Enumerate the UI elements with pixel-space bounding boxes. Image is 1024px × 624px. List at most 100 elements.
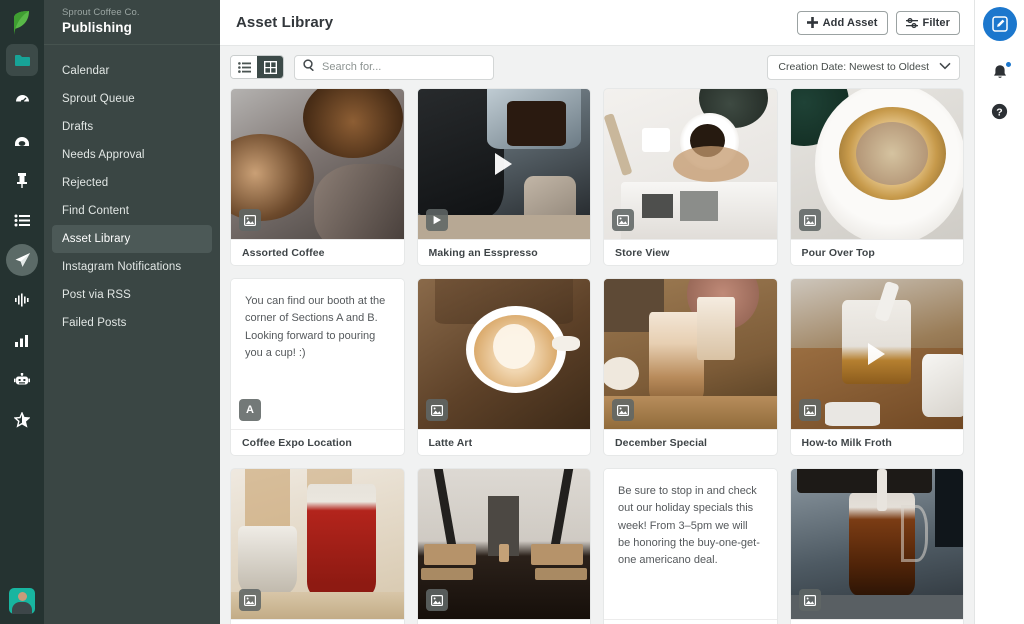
asset-card[interactable]: Assorted Coffee	[230, 88, 405, 266]
asset-card[interactable]	[416, 468, 591, 624]
asset-title: Coffee Expo Location	[231, 429, 404, 455]
asset-text-thumbnail[interactable]: You can find our booth at the corner of …	[231, 279, 404, 429]
asset-type-badge-image	[798, 399, 821, 421]
asset-card[interactable]: Latte Art	[416, 278, 591, 456]
asset-title	[417, 619, 590, 624]
play-triangle	[868, 343, 886, 365]
sprout-leaf-logo[interactable]	[10, 10, 34, 36]
sidebar-item-label: Sprout Queue	[62, 93, 135, 105]
nav-item-list: Calendar Sprout Queue Drafts Needs Appro…	[44, 45, 220, 337]
asset-card[interactable]: How-to Milk Froth	[789, 278, 964, 456]
asset-title	[231, 619, 404, 624]
library-toolbar: Creation Date: Newest to Oldest	[220, 46, 974, 88]
rail-icon-bot[interactable]	[6, 364, 38, 396]
asset-thumbnail[interactable]	[604, 279, 777, 429]
asset-text-thumbnail[interactable]: Be sure to stop in and check out our hol…	[604, 469, 777, 619]
asset-card[interactable]: December Special	[603, 278, 778, 456]
compose-button[interactable]	[982, 7, 1017, 41]
asset-thumbnail[interactable]	[417, 279, 590, 429]
list-view-button[interactable]	[231, 56, 257, 78]
asset-type-badge-image	[425, 399, 448, 421]
grid-view-button[interactable]	[257, 56, 283, 78]
play-overlay-icon[interactable]	[860, 337, 894, 371]
asset-type-badge-text: A	[239, 399, 261, 421]
asset-type-badge-image	[798, 209, 821, 231]
sidebar-item-post-via-rss[interactable]: Post via RSS	[52, 281, 212, 309]
sidebar-item-label: Failed Posts	[62, 317, 127, 329]
asset-thumbnail[interactable]	[231, 469, 404, 619]
view-toggle-group	[230, 55, 284, 79]
asset-type-badge-video	[425, 209, 448, 231]
asset-thumbnail[interactable]	[417, 89, 590, 239]
asset-title: Store View	[604, 239, 777, 265]
nav-header: Sprout Coffee Co. Publishing	[44, 0, 220, 45]
sidebar-item-drafts[interactable]: Drafts	[52, 113, 212, 141]
rail-icon-star[interactable]	[6, 404, 38, 436]
page-header: Asset Library Add Asset Filter	[220, 0, 974, 46]
asset-thumbnail[interactable]	[604, 89, 777, 239]
asset-thumbnail[interactable]	[231, 89, 404, 239]
asset-card[interactable]: Be sure to stop in and check out our hol…	[603, 468, 778, 624]
asset-card[interactable]: Store View	[603, 88, 778, 266]
chevron-down-icon	[939, 61, 951, 73]
global-icon-rail	[0, 0, 44, 624]
asset-card[interactable]: Making an Esspresso	[416, 88, 591, 266]
user-avatar[interactable]	[9, 588, 35, 614]
sidebar-item-failed-posts[interactable]: Failed Posts	[52, 309, 212, 337]
asset-card[interactable]: Pour Over Top	[789, 88, 964, 266]
asset-thumbnail[interactable]	[790, 89, 963, 239]
sidebar-item-find-content[interactable]: Find Content	[52, 197, 212, 225]
asset-text-body: Be sure to stop in and check out our hol…	[618, 485, 760, 567]
asset-grid: Assorted Coffee Making an Esspresso Stor…	[230, 88, 964, 624]
nav-section-title: Publishing	[62, 20, 132, 35]
help-button[interactable]: ?	[990, 101, 1010, 121]
rail-icon-dashboard-gauge[interactable]	[6, 84, 38, 116]
publishing-nav-panel: Sprout Coffee Co. Publishing Calendar Sp…	[44, 0, 220, 624]
asset-card[interactable]: You can find our booth at the corner of …	[230, 278, 405, 456]
rail-icon-publishing-paperplane[interactable]	[6, 244, 38, 276]
sidebar-item-sprout-queue[interactable]: Sprout Queue	[52, 85, 212, 113]
rail-icon-reports-bar-chart[interactable]	[6, 324, 38, 356]
filter-label: Filter	[922, 16, 950, 29]
sort-dropdown[interactable]: Creation Date: Newest to Oldest	[767, 54, 960, 80]
search-input[interactable]	[322, 61, 485, 73]
asset-title: How-to Milk Froth	[790, 429, 963, 455]
sort-dropdown-label: Creation Date: Newest to Oldest	[778, 61, 929, 73]
asset-card[interactable]	[230, 468, 405, 624]
filter-button[interactable]: Filter	[895, 10, 960, 35]
asset-type-badge-image	[612, 399, 634, 421]
asset-card[interactable]	[789, 468, 964, 624]
search-box[interactable]	[294, 54, 494, 80]
asset-thumbnail[interactable]	[417, 469, 590, 619]
asset-title: Latte Art	[417, 429, 590, 455]
asset-grid-scroll[interactable]: Assorted Coffee Making an Esspresso Stor…	[220, 88, 974, 624]
sidebar-item-rejected[interactable]: Rejected	[52, 169, 212, 197]
asset-type-badge-image	[612, 209, 634, 231]
play-overlay-icon[interactable]	[487, 147, 521, 181]
asset-title: December Special	[604, 429, 777, 455]
rail-icon-list[interactable]	[6, 204, 38, 236]
page-title: Asset Library	[236, 14, 334, 31]
sidebar-item-asset-library[interactable]: Asset Library	[52, 225, 212, 253]
asset-thumbnail[interactable]	[790, 469, 963, 619]
sidebar-item-label: Instagram Notifications	[62, 261, 182, 273]
rail-icon-inbox[interactable]	[6, 124, 38, 156]
notifications-button[interactable]	[989, 61, 1012, 83]
asset-title: Assorted Coffee	[231, 239, 404, 265]
rail-icon-folder[interactable]	[6, 44, 38, 76]
asset-type-badge-image	[425, 589, 448, 611]
asset-text-body: You can find our booth at the corner of …	[245, 295, 386, 359]
sidebar-item-label: Rejected	[62, 177, 109, 189]
asset-title	[790, 619, 963, 624]
sidebar-item-label: Post via RSS	[62, 289, 131, 301]
add-asset-button[interactable]: Add Asset	[796, 10, 888, 35]
rail-icon-listening-waveform[interactable]	[6, 284, 38, 316]
sidebar-item-needs-approval[interactable]: Needs Approval	[52, 141, 212, 169]
filter-sliders-icon	[905, 17, 918, 29]
rail-icon-pin[interactable]	[6, 164, 38, 196]
right-utility-rail: ?	[975, 0, 1024, 624]
asset-thumbnail[interactable]	[790, 279, 963, 429]
sidebar-item-instagram-notifications[interactable]: Instagram Notifications	[52, 253, 212, 281]
plus-icon	[806, 17, 818, 28]
sidebar-item-calendar[interactable]: Calendar	[52, 57, 212, 85]
